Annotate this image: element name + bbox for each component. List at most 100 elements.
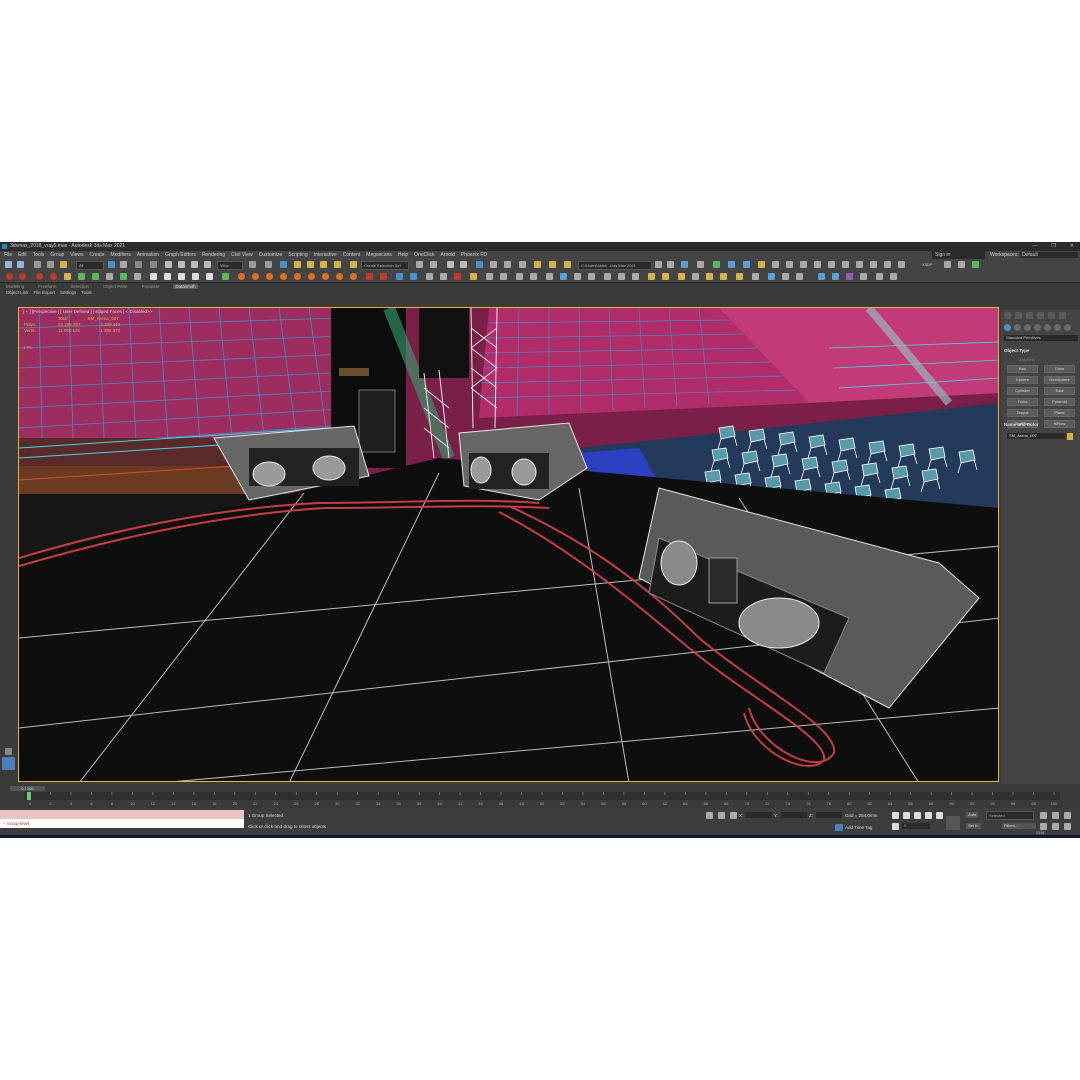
menu-graph-editors[interactable]: Graph Editors [165,251,196,259]
vray-volume-icon[interactable] [870,261,877,268]
set-key-button[interactable]: Set K. [966,823,981,829]
geometry-icon[interactable] [1004,324,1011,331]
orbit-icon[interactable] [1064,823,1071,830]
menu-arnold[interactable]: Arnold [440,251,454,259]
ribbon-tab-datasmith[interactable]: Datasmith [173,284,198,289]
menu-megascans[interactable]: Megascans [366,251,392,259]
star-icon[interactable] [64,273,71,280]
vray-sun-icon[interactable] [728,261,735,268]
absolute-mode-icon[interactable] [730,812,737,819]
magnet-icon[interactable] [944,261,951,268]
modifier-icon[interactable] [530,273,537,280]
wave-icon[interactable] [350,273,357,280]
menu-animation[interactable]: Animation [137,251,159,259]
curve-editor-icon[interactable] [490,261,497,268]
menu-interactive[interactable]: Interactive [314,251,337,259]
perspective-viewport[interactable]: [ + ] [Perspective ] [ User Defined ] [ … [18,307,999,782]
vray-render-icon[interactable] [697,261,704,268]
object-type-header[interactable]: Object Type [1004,348,1078,353]
tool-icon[interactable] [106,273,113,280]
render-icon[interactable] [564,261,571,268]
vray-enmesh-icon[interactable] [884,261,891,268]
step-icon[interactable] [206,273,213,280]
network-icon[interactable] [604,273,611,280]
menu-file[interactable]: File [4,251,12,259]
menu-create[interactable]: Create [90,251,105,259]
particle-icon[interactable] [336,273,343,280]
zoom-extents-all-icon[interactable] [1064,812,1071,819]
globe-icon[interactable] [768,273,775,280]
square-icon[interactable] [782,273,789,280]
rotate-icon[interactable] [178,261,185,268]
cloud-2-icon[interactable] [648,273,655,280]
arrow-down-icon[interactable] [972,261,979,268]
menu-rendering[interactable]: Rendering [202,251,225,259]
link-2-icon[interactable] [516,273,523,280]
box-icon[interactable] [846,273,853,280]
menu-scripting[interactable]: Scripting [288,251,307,259]
z-coordinate-field[interactable] [816,812,842,818]
sphere-3-icon[interactable] [720,273,727,280]
link-icon[interactable] [34,261,41,268]
reference-coordinate-dropdown[interactable]: View [217,261,243,270]
light-icon[interactable] [706,273,713,280]
phoenix-2-icon[interactable] [380,273,387,280]
scale-icon[interactable] [191,261,198,268]
angle-snap-icon[interactable] [307,261,314,268]
close-button[interactable]: ✕ [1070,242,1074,251]
clear-icon[interactable] [36,273,43,280]
current-frame-field[interactable]: 0 [902,823,930,829]
zoom-extents-icon[interactable] [958,261,965,268]
utilities-tab-icon[interactable] [1059,312,1066,319]
ribbon-tab-modeling[interactable]: Modeling [6,284,24,289]
render-setup-icon[interactable] [534,261,541,268]
go-to-start-icon[interactable] [892,812,899,819]
cloud-icon[interactable] [560,273,567,280]
object-name-field[interactable]: SM_Arena_007 [1007,433,1065,439]
object-color-swatch[interactable] [1067,433,1073,440]
primitive-sphere-button[interactable]: Sphere [1007,376,1038,384]
frame-icon[interactable] [178,273,185,280]
field-of-view-icon[interactable] [1040,823,1047,830]
keyboard-shortcut-icon[interactable] [280,261,287,268]
align-icon[interactable] [430,261,437,268]
vray-sphere-icon[interactable] [814,261,821,268]
schematic-view-icon[interactable] [504,261,511,268]
ribbon-item-file-export[interactable]: File Export [34,290,56,295]
key-mode-icon[interactable] [892,823,899,830]
play-icon[interactable] [150,273,157,280]
maxscript-listener-input[interactable] [0,810,244,819]
primitive-teapot-button[interactable]: Teapot [1007,409,1038,417]
zoom-all-icon[interactable] [1052,812,1059,819]
add-time-tag-button[interactable]: Add Time Tag [845,825,872,830]
sphere-4-icon[interactable] [736,273,743,280]
time-slider[interactable]: 0 / 100 [10,786,45,791]
tag-icon[interactable] [618,273,625,280]
snap-2-icon[interactable] [500,273,507,280]
menu-phoenix-fd[interactable]: Phoenix FD [461,251,487,259]
menu-views[interactable]: Views [70,251,83,259]
vray-ambient-icon[interactable] [758,261,765,268]
ribbon-tab-populate[interactable]: Populate [142,284,160,289]
pipe-icon[interactable] [222,273,229,280]
space-warps-icon[interactable] [1054,324,1061,331]
menu-content[interactable]: Content [343,251,361,259]
stop-record-icon[interactable] [19,273,26,280]
vray-scatter-icon[interactable] [856,261,863,268]
time-tag-icon[interactable] [835,824,843,831]
simulator-icon[interactable] [322,273,329,280]
maximize-button[interactable]: ❐ [1051,242,1055,251]
viewport-label[interactable]: [ + ] [Perspective ] [ User Defined ] [ … [23,309,152,314]
vray-fur-icon[interactable] [786,261,793,268]
primitive-tube-button[interactable]: Tube [1044,387,1075,395]
phoenix-icon[interactable] [366,273,373,280]
snaps-toggle-icon[interactable] [294,261,301,268]
vray-proxy-icon[interactable] [772,261,779,268]
percent-snap-icon[interactable] [320,261,327,268]
spinner-snap-icon[interactable] [334,261,341,268]
menu-civil-view[interactable]: Civil View [231,251,253,259]
play-arrow-icon[interactable] [5,748,12,755]
menu-help[interactable]: Help [398,251,408,259]
move-2-icon[interactable] [486,273,493,280]
zoom-icon[interactable] [1040,812,1047,819]
